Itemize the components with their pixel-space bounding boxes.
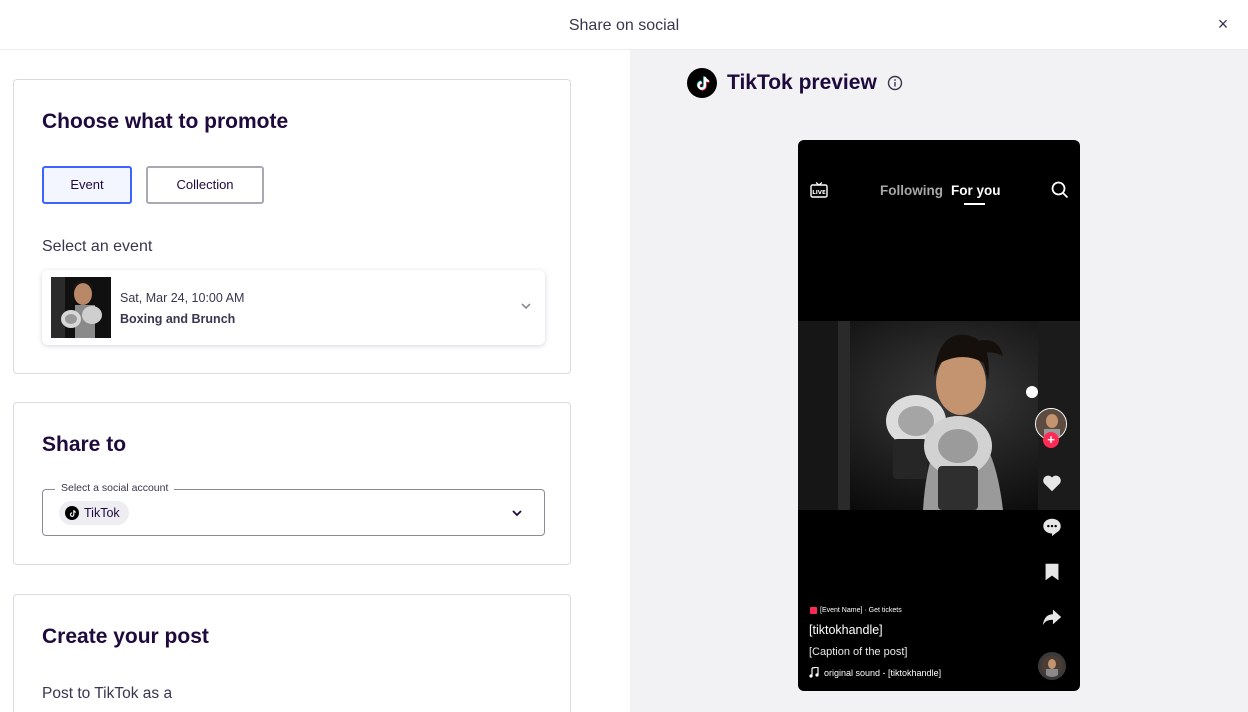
tiktok-chip: TikTok bbox=[59, 501, 129, 525]
promote-card: Choose what to promote Event Collection … bbox=[13, 79, 571, 374]
share-card: Share to Select a social account TikTok bbox=[13, 402, 571, 565]
close-button[interactable]: × bbox=[1216, 14, 1230, 34]
selected-account-label: TikTok bbox=[84, 506, 120, 520]
mute-dot-icon bbox=[1026, 386, 1038, 398]
info-icon[interactable] bbox=[887, 75, 903, 91]
modal-header: Share on social × bbox=[0, 0, 1248, 50]
event-thumbnail bbox=[51, 277, 111, 338]
event-date: Sat, Mar 24, 10:00 AM bbox=[120, 291, 245, 305]
create-post-card: Create your post Post to TikTok as a bbox=[13, 594, 571, 712]
preview-title: TikTok preview bbox=[727, 71, 877, 94]
modal-title: Share on social bbox=[568, 17, 680, 34]
promote-title: Choose what to promote bbox=[42, 110, 289, 133]
event-select[interactable]: Sat, Mar 24, 10:00 AM Boxing and Brunch bbox=[42, 270, 545, 345]
chevron-down-icon bbox=[521, 303, 531, 310]
event-tag-text: [Event Name] · Get tickets bbox=[820, 607, 902, 614]
left-panel: Choose what to promote Event Collection … bbox=[0, 50, 630, 712]
sound-label: original sound - [tiktokhandle] bbox=[824, 667, 942, 678]
event-toggle-button[interactable]: Event bbox=[42, 166, 132, 204]
tiktok-icon bbox=[65, 506, 79, 520]
preview-header: TikTok preview bbox=[687, 68, 903, 98]
sound-row: original sound - [tiktokhandle] bbox=[809, 667, 941, 678]
music-note-icon bbox=[809, 667, 819, 678]
share-icon bbox=[1042, 609, 1062, 626]
live-icon: LIVE bbox=[810, 182, 828, 198]
follow-plus-icon: + bbox=[1043, 432, 1059, 448]
tab-for-you: For you bbox=[951, 183, 1001, 198]
heart-icon bbox=[1043, 475, 1061, 492]
active-tab-indicator bbox=[964, 203, 985, 205]
select-event-label: Select an event bbox=[42, 238, 153, 255]
ticket-icon bbox=[810, 607, 817, 614]
tab-following: Following bbox=[880, 183, 943, 198]
create-post-title: Create your post bbox=[42, 625, 209, 648]
social-account-select[interactable]: Select a social account TikTok bbox=[42, 482, 545, 536]
bookmark-icon bbox=[1045, 563, 1059, 581]
post-caption: [Caption of the post] bbox=[809, 646, 908, 658]
comment-icon bbox=[1043, 518, 1061, 537]
collection-toggle-button[interactable]: Collection bbox=[146, 166, 264, 204]
share-title: Share to bbox=[42, 433, 127, 456]
social-account-label: Select a social account bbox=[55, 482, 175, 494]
preview-panel: TikTok preview LIVE Following For you + … bbox=[630, 50, 1248, 712]
event-name: Boxing and Brunch bbox=[120, 312, 236, 326]
sound-disc bbox=[1038, 652, 1066, 680]
event-tag: [Event Name] · Get tickets bbox=[810, 607, 902, 614]
svg-text:LIVE: LIVE bbox=[812, 190, 826, 196]
post-as-label: Post to TikTok as a bbox=[42, 685, 173, 702]
tiktok-handle: [tiktokhandle] bbox=[809, 623, 883, 637]
search-icon bbox=[1051, 181, 1069, 199]
phone-preview: LIVE Following For you + [Event Name] · … bbox=[798, 140, 1080, 691]
tiktok-logo-icon bbox=[687, 68, 717, 98]
chevron-down-icon bbox=[512, 510, 522, 517]
